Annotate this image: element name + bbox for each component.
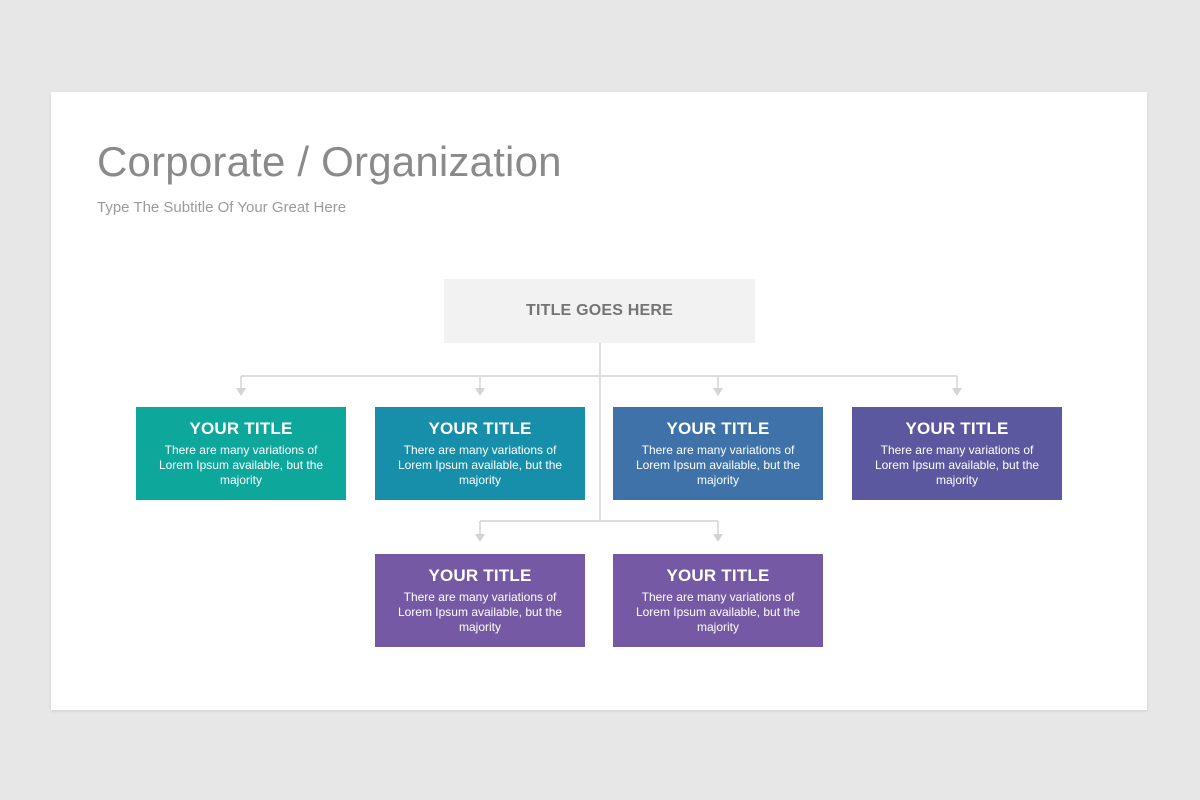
org-node-text: There are many variations of Lorem Ipsum… — [874, 443, 1040, 487]
org-node-3: YOUR TITLE There are many variations of … — [613, 407, 823, 500]
org-node-text: There are many variations of Lorem Ipsum… — [158, 443, 324, 487]
org-node-text: There are many variations of Lorem Ipsum… — [635, 443, 801, 487]
org-node-text: There are many variations of Lorem Ipsum… — [397, 443, 563, 487]
org-node-text: There are many variations of Lorem Ipsum… — [635, 590, 801, 634]
org-node-2: YOUR TITLE There are many variations of … — [375, 407, 585, 500]
root-node: TITLE GOES HERE — [444, 279, 755, 343]
org-node-title: YOUR TITLE — [666, 566, 770, 585]
org-node-4: YOUR TITLE There are many variations of … — [852, 407, 1062, 500]
slide-subtitle: Type The Subtitle Of Your Great Here — [97, 199, 347, 216]
org-node-6: YOUR TITLE There are many variations of … — [613, 554, 823, 647]
org-node-text: There are many variations of Lorem Ipsum… — [397, 590, 563, 634]
org-node-title: YOUR TITLE — [189, 419, 293, 438]
org-node-title: YOUR TITLE — [666, 419, 770, 438]
org-node-title: YOUR TITLE — [428, 566, 532, 585]
org-node-1: YOUR TITLE There are many variations of … — [136, 407, 346, 500]
org-node-title: YOUR TITLE — [428, 419, 532, 438]
slide-title: Corporate / Organization — [97, 138, 562, 185]
org-node-5: YOUR TITLE There are many variations of … — [375, 554, 585, 647]
root-node-label: TITLE GOES HERE — [525, 302, 673, 319]
org-node-title: YOUR TITLE — [905, 419, 1009, 438]
